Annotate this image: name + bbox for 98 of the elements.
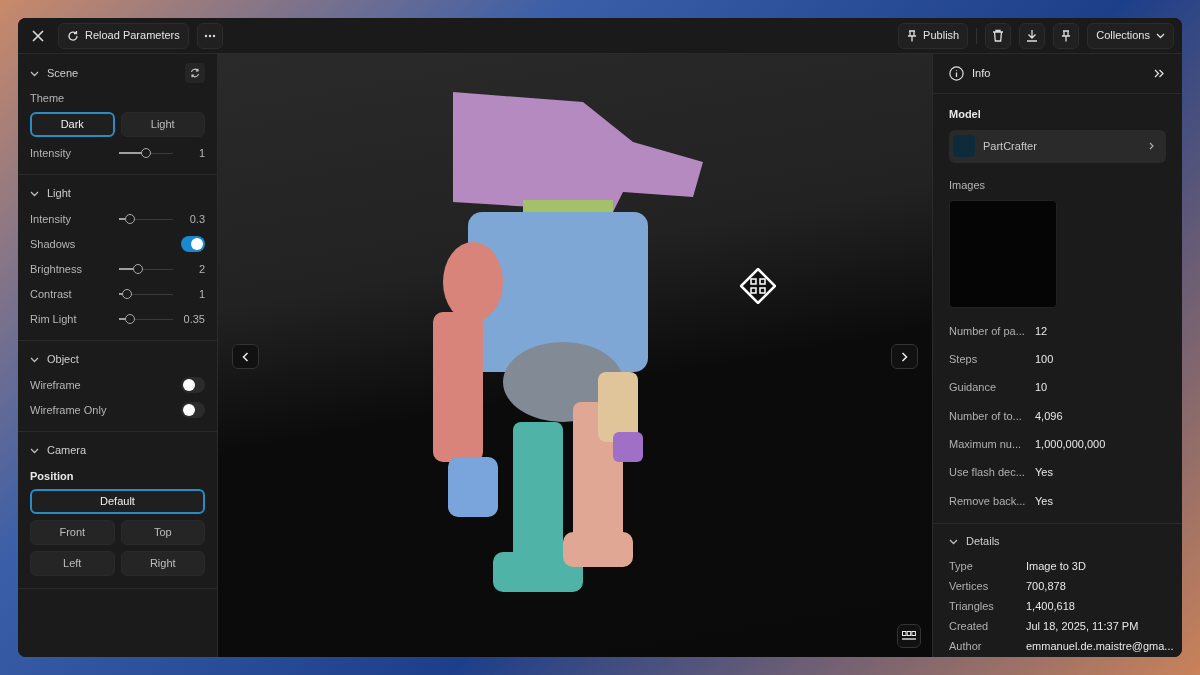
section-header[interactable]: Object [30, 351, 79, 368]
field-label: Theme [30, 91, 66, 106]
parameter-value: Yes [1035, 493, 1053, 509]
keyboard-icon [902, 631, 916, 641]
parameter-value: 4,096 [1035, 408, 1063, 424]
detail-value: emmanuel.de.maistre@gma... [1026, 638, 1174, 654]
option-button[interactable]: Right [120, 551, 205, 576]
section-label: Images [949, 177, 987, 193]
model-thumbnail [953, 135, 975, 157]
detail-label: Type [949, 558, 974, 574]
slider[interactable] [119, 148, 173, 158]
section-header[interactable]: Light [30, 185, 71, 202]
detail-value: Jul 18, 2025, 11:37 PM [1026, 618, 1139, 634]
publish-button[interactable]: Publish [898, 22, 969, 49]
download-button[interactable] [1019, 22, 1046, 49]
slider[interactable] [119, 314, 173, 324]
parameter-label: Number of to... [949, 408, 1023, 424]
slider-label: Brightness [30, 261, 83, 277]
slider-value: 0.3 [188, 211, 205, 227]
slider-value: 1 [197, 145, 205, 161]
reset-button[interactable] [185, 63, 205, 83]
chevron-down-icon [30, 189, 39, 198]
pin-button[interactable] [1053, 22, 1080, 49]
field-label: Position [30, 468, 75, 484]
slider[interactable] [119, 289, 173, 299]
section-header[interactable]: Scene [30, 64, 79, 82]
collections-dropdown[interactable]: Collections [1087, 22, 1174, 49]
toggle-label: Wireframe Only [30, 402, 107, 418]
detail-value: 1,400,618 [1026, 598, 1075, 614]
option-button[interactable]: Dark [30, 111, 115, 137]
slider-thumb[interactable] [132, 264, 143, 274]
next-button[interactable] [891, 344, 918, 369]
chevron-down-icon [1156, 32, 1165, 39]
trash-icon [992, 29, 1005, 42]
option-button[interactable]: Top [120, 520, 205, 545]
toggle-switch[interactable] [181, 402, 205, 418]
detail-value: 700,878 [1026, 578, 1066, 594]
chevron-down-icon [30, 355, 39, 364]
parameter-value: 1,000,000,000 [1035, 437, 1106, 453]
detail-value: Image to 3D [1026, 558, 1086, 574]
option-button[interactable]: Front [30, 520, 115, 545]
toggle-switch[interactable] [181, 236, 205, 252]
pin-icon [907, 29, 918, 42]
detail-label: Triangles [949, 598, 995, 614]
slider-thumb[interactable] [122, 289, 133, 299]
parameter-value: Yes [1035, 465, 1053, 481]
option-button[interactable]: Default [30, 489, 205, 514]
slider-label: Intensity [30, 145, 72, 161]
download-icon [1026, 29, 1039, 42]
more-icon [203, 33, 216, 38]
parameter-label: Guidance [949, 380, 998, 396]
parameter-label: Remove back... [949, 493, 1027, 509]
previous-button[interactable] [232, 344, 259, 369]
reload-parameters-button[interactable]: Reload Parameters [58, 22, 189, 49]
chevron-right-icon [1149, 142, 1154, 150]
slider-value: 2 [197, 261, 205, 277]
refresh-icon [190, 68, 200, 78]
slider-thumb[interactable] [141, 148, 151, 158]
chevron-left-icon [242, 351, 249, 362]
close-icon [32, 29, 44, 42]
section-header[interactable]: Details [949, 532, 1000, 551]
chevron-right-icon [901, 351, 908, 362]
detail-label: Vertices [949, 578, 990, 594]
option-button[interactable]: Light [120, 111, 205, 137]
toggle-label: Wireframe [30, 377, 81, 393]
keyboard-shortcuts-button[interactable] [897, 624, 921, 648]
info-icon [949, 66, 964, 81]
parameter-value: 100 [1035, 352, 1054, 368]
detail-label: Created [949, 618, 990, 634]
parameter-value: 10 [1035, 380, 1048, 396]
toggle-switch[interactable] [181, 377, 205, 393]
slider-thumb[interactable] [124, 214, 135, 224]
detail-label: Author [949, 638, 983, 654]
panel-title: Info [972, 66, 992, 82]
parameter-label: Use flash dec... [949, 465, 1026, 481]
slider-value: 1 [197, 286, 205, 302]
chevron-down-icon [30, 446, 39, 455]
refresh-icon [67, 29, 79, 42]
slider-thumb[interactable] [124, 314, 135, 324]
slider[interactable] [119, 264, 173, 274]
toggle-label: Shadows [30, 236, 76, 252]
slider[interactable] [119, 214, 173, 224]
slider-label: Contrast [30, 286, 73, 302]
slider-value: 0.35 [182, 311, 205, 327]
parameter-label: Steps [949, 352, 979, 368]
model-card[interactable]: PartCrafter [949, 129, 1166, 163]
parameter-label: Maximum nu... [949, 437, 1023, 453]
move-cursor-icon [740, 268, 776, 304]
parameter-label: Number of pa... [949, 323, 1026, 339]
delete-button[interactable] [985, 22, 1012, 49]
double-chevron-right-icon [1154, 69, 1164, 78]
pin-icon [1061, 29, 1072, 42]
parameter-value: 12 [1035, 323, 1048, 339]
section-header[interactable]: Camera [30, 442, 87, 459]
slider-label: Rim Light [30, 311, 78, 327]
slider-label: Intensity [30, 211, 72, 227]
option-button[interactable]: Left [30, 551, 115, 576]
section-label: Model [949, 107, 982, 122]
